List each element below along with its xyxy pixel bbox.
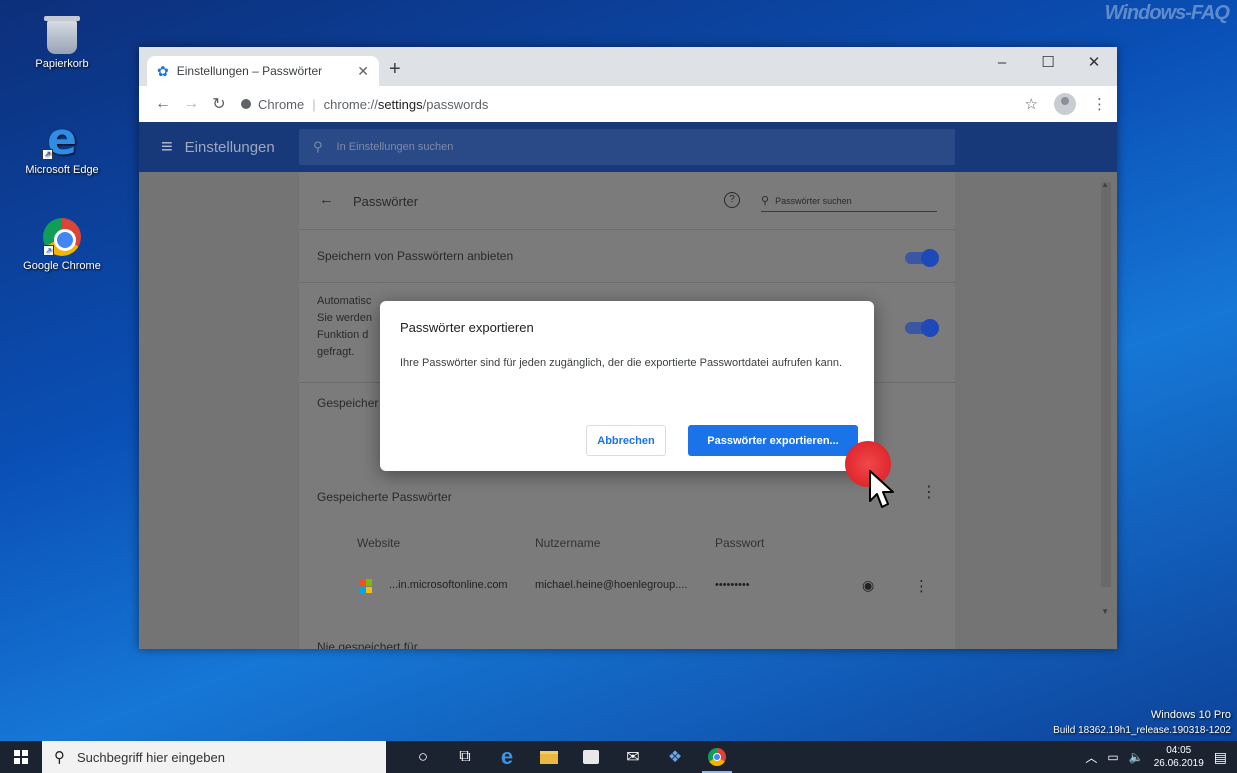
app-icon[interactable]: ❖ [654, 741, 696, 773]
notification-center-icon[interactable]: ▤ [1214, 749, 1227, 766]
clock-time: 04:05 [1166, 745, 1192, 756]
saved-section-partial: Gespeicher [317, 396, 379, 410]
settings-title: Einstellungen [184, 138, 275, 156]
taskbar-search-input[interactable]: ⚲ Suchbegriff hier eingeben [42, 741, 386, 773]
network-icon[interactable]: ▭ [1107, 750, 1118, 764]
chrome-icon: ↗ [43, 218, 81, 256]
file-explorer-icon[interactable] [528, 741, 570, 773]
desktop-icon-label: Microsoft Edge [25, 164, 99, 176]
entry-website: ...in.microsoftonline.com [389, 579, 508, 591]
mail-icon[interactable]: ✉ [612, 741, 654, 773]
maximize-button[interactable]: ☐ [1025, 47, 1071, 77]
desktop-icon-label: Google Chrome [23, 260, 101, 272]
export-passwords-dialog: Passwörter exportieren Ihre Passwörter s… [380, 301, 874, 471]
omnibox[interactable]: Chrome | chrome://settings/passwords [241, 97, 488, 112]
desktop-icon-label: Papierkorb [35, 58, 89, 70]
tab-strip: ✿ Einstellungen – Passwörter ✕ + – ☐ ✕ [139, 47, 1117, 86]
profile-avatar[interactable] [1054, 93, 1076, 115]
taskbar: ⚲ Suchbegriff hier eingeben ○ ⧉ e ✉ ❖ ︿ … [0, 741, 1237, 773]
column-header-password: Passwort [715, 536, 765, 550]
password-search-placeholder: Passwörter suchen [775, 195, 852, 206]
build-edition: Windows 10 Pro [1150, 709, 1231, 721]
clock[interactable]: 04:05 26.06.2019 [1154, 744, 1204, 770]
auto-signin-toggle[interactable] [905, 319, 939, 337]
table-row: ...in.microsoftonline.com michael.heine@… [299, 566, 955, 606]
passwords-subpage-header: ← Passwörter ? ⚲ Passwörter suchen [299, 172, 955, 230]
password-search-input[interactable]: ⚲ Passwörter suchen [761, 190, 937, 212]
windows-logo-icon [14, 750, 28, 764]
saved-passwords-heading: Gespeicherte Passwörter [317, 490, 452, 504]
chrome-taskbar-icon[interactable] [696, 741, 738, 773]
chrome-scheme-icon [241, 99, 251, 109]
new-tab-button[interactable]: + [389, 58, 401, 81]
search-icon: ⚲ [761, 195, 770, 207]
edge-taskbar-icon[interactable]: e [486, 741, 528, 773]
edge-icon: e ↗ [42, 118, 82, 162]
offer-to-save-toggle[interactable] [905, 249, 939, 267]
back-arrow-icon[interactable]: ← [149, 95, 177, 113]
mouse-cursor-icon [869, 470, 894, 508]
clock-date: 26.06.2019 [1153, 758, 1204, 769]
bookmark-star-icon[interactable]: ☆ [1025, 95, 1038, 113]
watermark: Windows-FAQ [1104, 2, 1230, 24]
page-scrollbar[interactable] [1101, 182, 1111, 587]
tab-close-icon[interactable]: ✕ [357, 63, 369, 80]
omnibox-scheme-label: Chrome [258, 96, 305, 112]
dialog-title: Passwörter exportieren [400, 320, 534, 335]
search-icon: ⚲ [313, 139, 323, 154]
search-icon: ⚲ [54, 749, 65, 766]
shortcut-arrow-icon: ↗ [43, 245, 54, 256]
gear-icon: ✿ [157, 62, 169, 79]
scroll-up-arrow-icon[interactable]: ▲ [1101, 180, 1109, 189]
tab-title: Einstellungen – Passwörter [176, 64, 323, 78]
system-tray: ︿ ▭ 🔈 04:05 26.06.2019 ▤ [1085, 741, 1237, 773]
entry-menu-kebab-icon[interactable]: ⋮ [914, 577, 929, 595]
taskbar-search-placeholder: Suchbegriff hier eingeben [77, 749, 225, 765]
dialog-body: Ihre Passwörter sind für jeden zugänglic… [400, 357, 843, 369]
section-menu-kebab-icon[interactable]: ⋮ [921, 482, 937, 502]
desktop-icon-edge[interactable]: e ↗ Microsoft Edge [22, 118, 102, 177]
close-button[interactable]: ✕ [1071, 47, 1117, 77]
back-arrow-icon[interactable]: ← [319, 191, 334, 208]
help-icon[interactable]: ? [724, 192, 740, 208]
start-button[interactable] [0, 741, 42, 773]
volume-icon[interactable]: 🔈 [1129, 750, 1144, 764]
recycle-bin-icon [44, 16, 80, 54]
tab-settings-passwords[interactable]: ✿ Einstellungen – Passwörter ✕ [147, 56, 379, 86]
menu-kebab-icon[interactable]: ⋮ [1092, 95, 1107, 113]
cortana-icon[interactable]: ○ [402, 741, 444, 773]
minimize-button[interactable]: – [979, 47, 1025, 77]
offer-to-save-label: Speichern von Passwörtern anbieten [317, 249, 514, 263]
offer-to-save-row: Speichern von Passwörtern anbieten [299, 230, 955, 283]
settings-header: ≡ Einstellungen ⚲ In Einstellungen suche… [139, 122, 1117, 172]
column-header-username: Nutzername [535, 536, 601, 550]
show-password-eye-icon[interactable]: ◉ [862, 577, 874, 594]
task-view-icon[interactable]: ⧉ [444, 741, 486, 773]
desktop-icon-recycle-bin[interactable]: Papierkorb [22, 16, 102, 70]
forward-arrow-icon[interactable]: → [177, 95, 205, 113]
settings-search-input[interactable]: ⚲ In Einstellungen suchen [299, 129, 955, 165]
entry-username: michael.heine@hoenlegroup.... [535, 579, 688, 591]
never-saved-heading: Nie gespeichert für [317, 640, 418, 649]
microsoft-favicon-icon [359, 579, 373, 593]
omnibox-url: chrome://settings/passwords [323, 96, 489, 112]
tray-chevron-up-icon[interactable]: ︿ [1085, 749, 1097, 766]
auto-signin-description: Automatisc Sie werden Funktion d gefragt… [317, 295, 373, 358]
page-title: Passwörter [353, 194, 419, 209]
settings-search-placeholder: In Einstellungen suchen [336, 141, 454, 153]
column-header-website: Website [357, 536, 401, 550]
cancel-button[interactable]: Abbrechen [586, 425, 666, 456]
entry-password: ••••••••• [715, 579, 750, 591]
store-icon[interactable] [570, 741, 612, 773]
hamburger-menu-icon[interactable]: ≡ [161, 136, 173, 159]
desktop-icon-chrome[interactable]: ↗ Google Chrome [22, 218, 102, 272]
scroll-down-arrow-icon[interactable]: ▼ [1101, 607, 1109, 616]
reload-icon[interactable]: ↻ [205, 94, 233, 114]
shortcut-arrow-icon: ↗ [42, 149, 53, 160]
browser-toolbar: ← → ↻ Chrome | chrome://settings/passwor… [139, 86, 1117, 122]
build-number: Build 18362.19h1_release.190318-1202 [1053, 725, 1231, 736]
export-passwords-button[interactable]: Passwörter exportieren... [688, 425, 858, 456]
